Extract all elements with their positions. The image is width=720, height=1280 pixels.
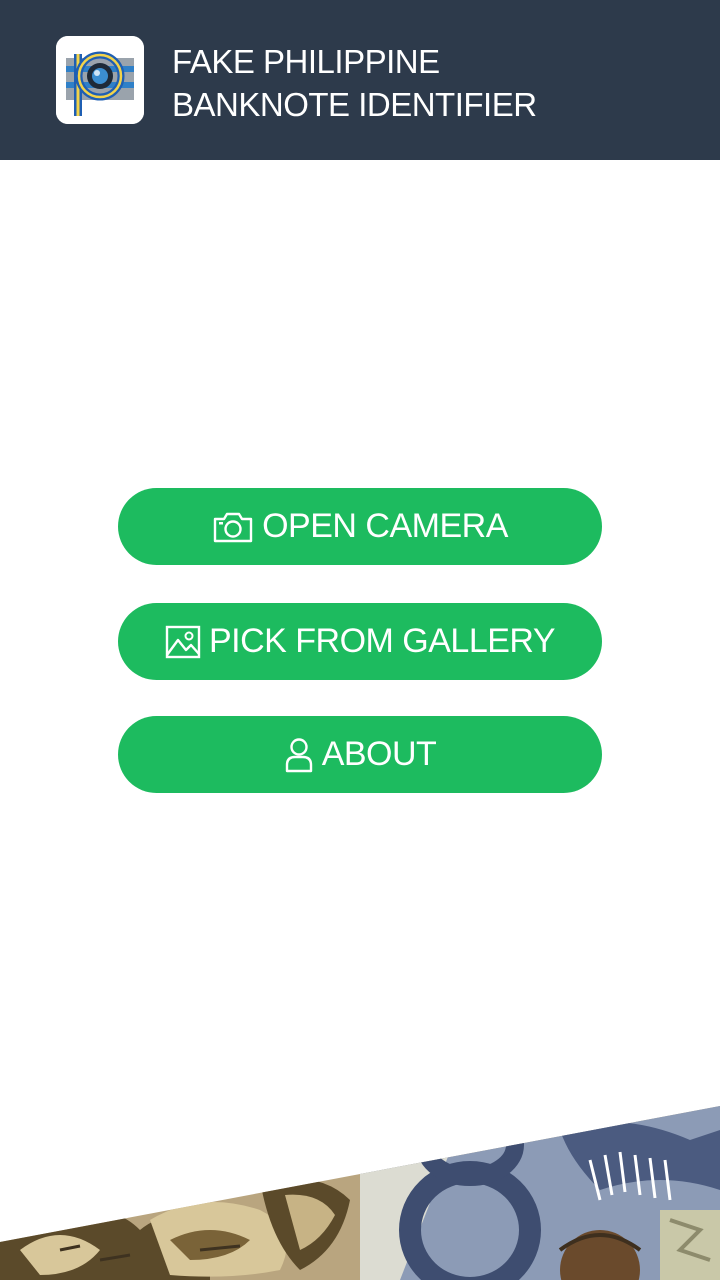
open-camera-label: OPEN CAMERA — [262, 507, 508, 545]
user-icon — [284, 737, 314, 773]
open-camera-button[interactable]: OPEN CAMERA — [118, 488, 602, 565]
app-title-line-1: FAKE PHILIPPINE — [172, 43, 440, 80]
image-icon — [165, 624, 201, 660]
about-label: ABOUT — [321, 735, 437, 773]
peso-camera-icon — [56, 36, 144, 124]
pick-from-gallery-button[interactable]: PICK FROM GALLERY — [118, 603, 602, 680]
app-header: FAKE PHILIPPINE BANKNOTE IDENTIFIER — [0, 0, 720, 160]
app-title: FAKE PHILIPPINE BANKNOTE IDENTIFIER — [172, 40, 692, 126]
banknote-collage-banner — [0, 1106, 720, 1280]
camera-icon — [212, 510, 254, 544]
app-title-line-2: BANKNOTE IDENTIFIER — [172, 86, 537, 123]
pick-from-gallery-label: PICK FROM GALLERY — [208, 622, 556, 660]
about-button[interactable]: ABOUT — [118, 716, 602, 793]
